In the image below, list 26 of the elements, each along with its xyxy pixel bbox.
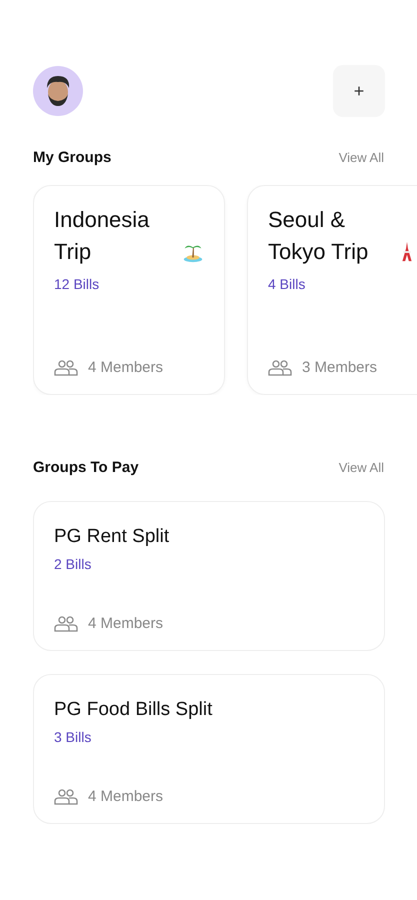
members-count: 4 Members [88, 788, 164, 805]
avatar-icon[interactable] [33, 66, 83, 116]
bills-count: 3 Bills [54, 729, 92, 745]
people-icon [54, 788, 78, 804]
view-all-link[interactable]: View All [338, 150, 384, 165]
group-name: Seoul & Tokyo Trip [268, 206, 370, 266]
section-title: My Groups [33, 149, 112, 166]
members-count: 4 Members [88, 359, 164, 376]
add-button[interactable]: + [333, 65, 385, 117]
section-title: Groups To Pay [33, 459, 139, 476]
group-name: Indonesia Trip [54, 206, 150, 266]
members-count: 3 Members [302, 359, 378, 376]
group-card[interactable]: Seoul & Tokyo Trip 4 Bills 3 Members [247, 185, 417, 395]
group-card[interactable]: PG Rent Split 2 Bills 4 Members [33, 501, 385, 651]
group-card[interactable]: PG Food Bills Split 3 Bills 4 Members [33, 674, 385, 824]
people-icon [268, 360, 292, 376]
people-icon [54, 360, 78, 376]
bills-count: 12 Bills [54, 276, 100, 292]
members-count: 4 Members [88, 615, 164, 632]
view-all-link[interactable]: View All [338, 460, 384, 475]
bills-count: 4 Bills [268, 276, 306, 292]
group-name: PG Rent Split [54, 526, 170, 548]
group-name: PG Food Bills Split [54, 699, 214, 721]
people-icon [54, 616, 78, 632]
group-card[interactable]: Indonesia Trip 12 Bills 4 Members [33, 185, 225, 395]
bills-count: 2 Bills [54, 556, 92, 572]
